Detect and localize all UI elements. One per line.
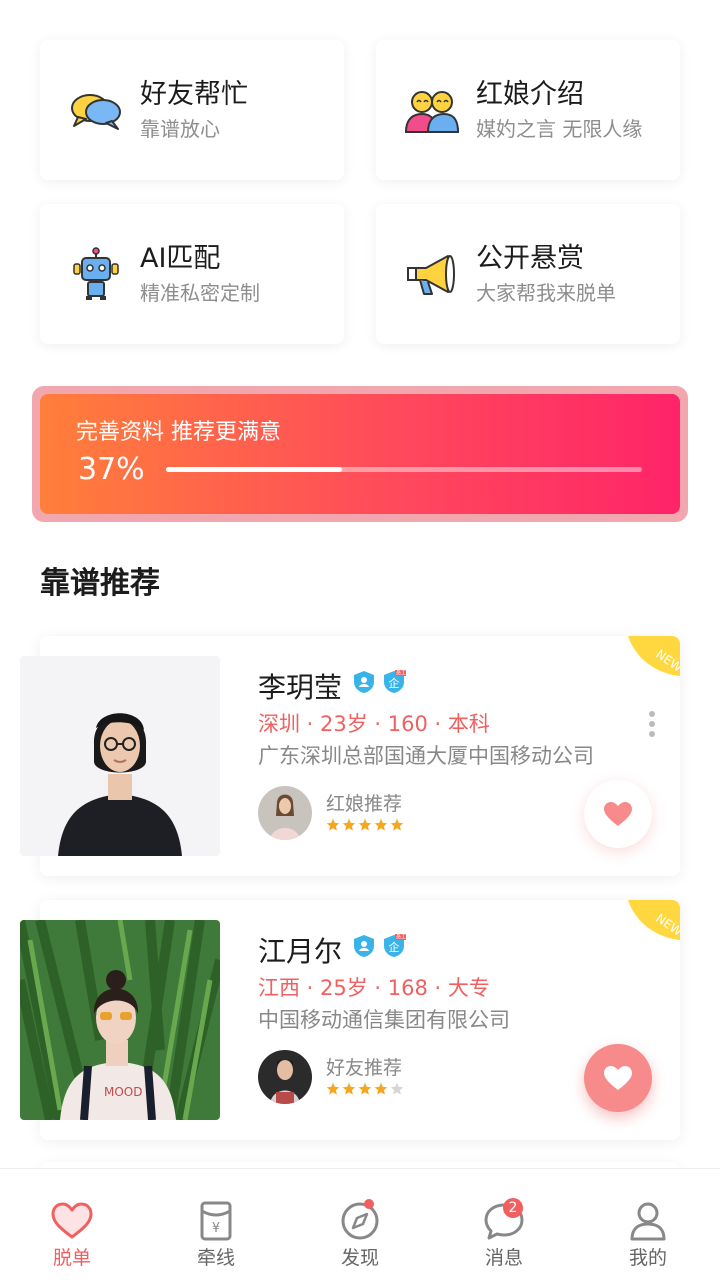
profile-completion-inner: 完善资料 推荐更满意 37%: [40, 394, 680, 514]
nav-tab-messages[interactable]: 2 消息: [432, 1169, 576, 1280]
nav-tab-discover[interactable]: 发现: [288, 1169, 432, 1280]
matchmaker-card[interactable]: 红娘介绍 媒妁之言 无限人缘: [376, 40, 680, 180]
badge-group: 企 员工: [352, 670, 406, 694]
recommender-label: 红娘推荐: [326, 793, 403, 815]
svg-text:MOOD: MOOD: [104, 1085, 142, 1099]
like-button[interactable]: [584, 1044, 652, 1112]
unread-count-badge: 2: [503, 1198, 523, 1218]
nav-label: 发现: [340, 1247, 379, 1269]
star-icon: [358, 1082, 372, 1095]
recommendation-card[interactable]: MOOD 江月尔 企 员工 江西 · 25岁 · 168 · 大专 中国移动通信…: [20, 900, 680, 1140]
heart-icon: [604, 1066, 632, 1090]
friend-help-card[interactable]: 好友帮忙 靠谱放心: [40, 40, 344, 180]
feature-title: 红娘介绍: [476, 79, 584, 110]
feature-subtitle: 精准私密定制: [140, 281, 260, 305]
profile-photo[interactable]: [20, 656, 220, 856]
svg-text:¥: ¥: [212, 1221, 220, 1236]
compass-icon: [341, 1202, 379, 1240]
verified-shield-icon: [354, 671, 374, 693]
recommender-avatar[interactable]: [258, 786, 312, 840]
nav-tab-profile[interactable]: 我的: [576, 1169, 720, 1280]
feature-subtitle: 大家帮我来脱单: [476, 281, 616, 305]
recommender-avatar[interactable]: [258, 1050, 312, 1104]
like-button[interactable]: [584, 780, 652, 848]
feature-subtitle: 靠谱放心: [140, 117, 220, 141]
rating-stars: [326, 1082, 404, 1096]
star-icon: [326, 1082, 340, 1095]
red-envelope-icon: ¥: [200, 1201, 232, 1241]
bottom-nav: 脱单 ¥ 牵线 发现 2 消息 我的: [0, 1168, 720, 1280]
notification-dot: [364, 1199, 374, 1209]
feature-grid: 好友帮忙 靠谱放心 红娘介绍 媒妁之言 无限人缘 AI匹配 精准私密定制 公开悬…: [40, 40, 680, 344]
star-icon: [390, 818, 404, 831]
profile-completion-banner[interactable]: 完善资料 推荐更满意 37%: [32, 386, 688, 522]
nav-label: 牵线: [196, 1247, 235, 1269]
enterprise-badge-icon: 企 员工: [384, 934, 406, 957]
star-icon: [342, 818, 356, 831]
employee-tag: 员工: [396, 671, 406, 677]
enterprise-char: 企: [389, 676, 400, 690]
feature-title: 公开悬赏: [476, 243, 584, 274]
profile-completion-title: 完善资料 推荐更满意: [76, 420, 281, 445]
enterprise-char: 企: [389, 940, 400, 954]
profile-company: 广东深圳总部国通大厦中国移动公司: [258, 744, 594, 768]
profile-name: 江月尔: [258, 935, 343, 968]
megaphone-icon: [407, 255, 455, 295]
star-icon: [374, 818, 388, 831]
matchmaker-icon: [404, 91, 460, 133]
star-icon: [390, 1082, 404, 1095]
person-icon: [630, 1202, 666, 1241]
enterprise-badge-icon: 企 员工: [384, 670, 406, 693]
ai-match-card[interactable]: AI匹配 精准私密定制: [40, 204, 344, 344]
section-title: 靠谱推荐: [40, 566, 160, 601]
progress-track: [166, 467, 642, 472]
verified-shield-icon: [354, 935, 374, 957]
rating-stars: [326, 818, 404, 832]
nav-label: 我的: [628, 1247, 667, 1269]
heart-icon: [51, 1202, 93, 1239]
feature-title: AI匹配: [140, 243, 221, 274]
feature-title: 好友帮忙: [140, 79, 248, 110]
star-icon: [342, 1082, 356, 1095]
more-options-icon[interactable]: [648, 710, 656, 738]
public-bounty-card[interactable]: 公开悬赏 大家帮我来脱单: [376, 204, 680, 344]
recommendation-card[interactable]: 李玥莹 企 员工 深圳 · 23岁 · 160 · 本科 广东深圳总部国通大厦中…: [20, 636, 680, 876]
badge-group: 企 员工: [352, 934, 406, 958]
progress-fill: [166, 467, 343, 472]
profile-name: 李玥莹: [258, 671, 343, 704]
new-badge: NEW: [628, 636, 680, 676]
heart-icon: [604, 802, 632, 826]
new-badge: NEW: [628, 900, 680, 940]
nav-tab-connect[interactable]: ¥ 牵线: [144, 1169, 288, 1280]
star-icon: [358, 818, 372, 831]
star-icon: [374, 1082, 388, 1095]
profile-company: 中国移动通信集团有限公司: [258, 1008, 510, 1032]
nav-label: 消息: [484, 1247, 523, 1269]
robot-icon: [73, 247, 119, 300]
profile-info: 江西 · 25岁 · 168 · 大专: [258, 976, 490, 1000]
recommender-label: 好友推荐: [326, 1057, 403, 1079]
profile-info: 深圳 · 23岁 · 160 · 本科: [258, 712, 490, 736]
employee-tag: 员工: [396, 935, 406, 941]
nav-tab-match[interactable]: 脱单: [0, 1169, 144, 1280]
chat-bubbles-icon: [71, 94, 121, 130]
profile-photo[interactable]: MOOD: [20, 920, 220, 1120]
star-icon: [326, 818, 340, 831]
profile-completion-percent: 37%: [78, 452, 145, 487]
feature-subtitle: 媒妁之言 无限人缘: [476, 117, 643, 141]
nav-label: 脱单: [52, 1247, 91, 1269]
